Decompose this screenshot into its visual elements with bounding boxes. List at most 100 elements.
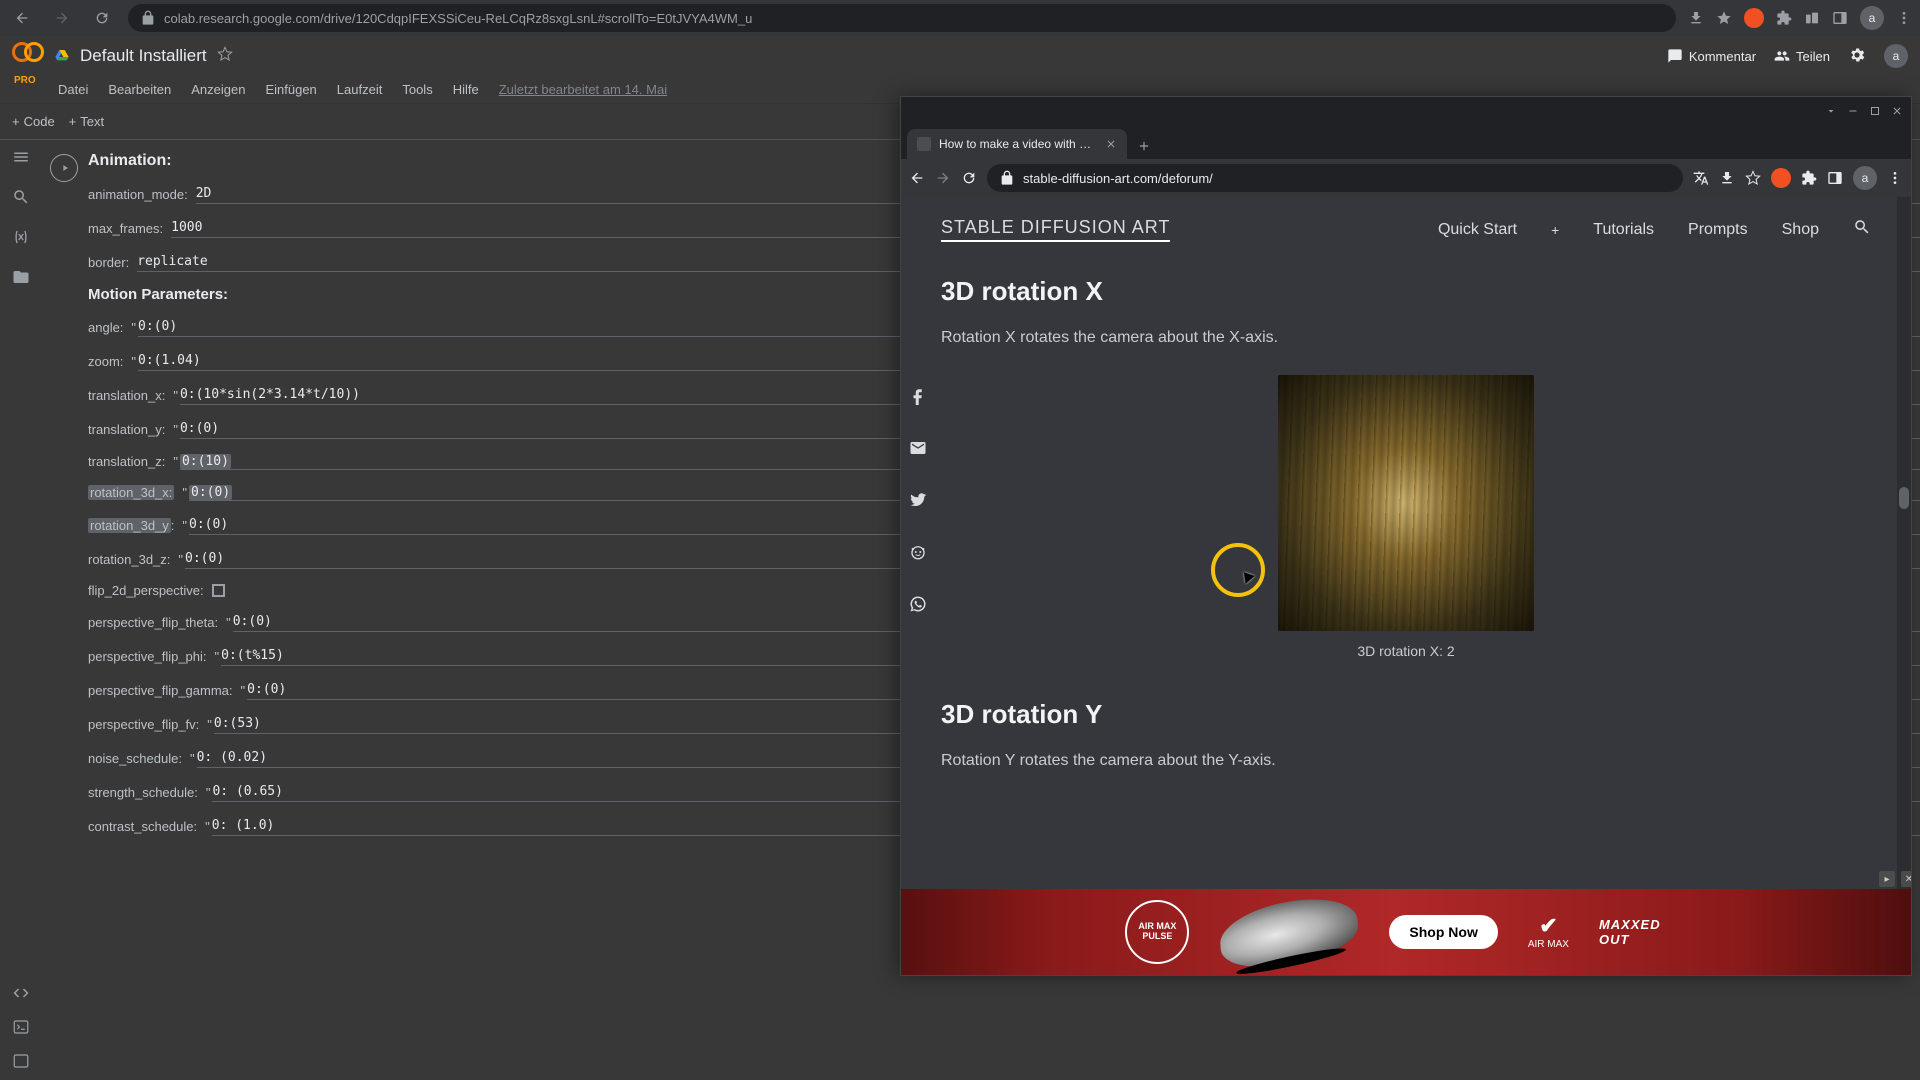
files-icon[interactable] xyxy=(12,268,30,286)
field-label: contrast_schedule: xyxy=(88,819,205,834)
close-icon[interactable] xyxy=(1891,105,1903,117)
ad-shop-button[interactable]: Shop Now xyxy=(1389,915,1497,949)
menu-runtime[interactable]: Laufzeit xyxy=(337,82,383,97)
add-text-button[interactable]: +Text xyxy=(69,114,104,129)
field-label: translation_z: xyxy=(88,454,173,469)
search-icon[interactable] xyxy=(12,188,30,206)
rw-reload-icon[interactable] xyxy=(961,170,977,186)
nav-tutorials[interactable]: Tutorials xyxy=(1593,221,1654,239)
last-edited-text: Zuletzt bearbeitet am 14. Mai xyxy=(499,82,667,97)
maximize-icon[interactable] xyxy=(1869,105,1881,117)
colab-logo-icon[interactable]: PRO xyxy=(12,40,44,72)
colab-header: PRO Default Installiert Kommentar Teilen… xyxy=(0,36,1920,76)
field-label: max_frames: xyxy=(88,221,171,236)
field-label: noise_schedule: xyxy=(88,751,190,766)
rw-sidepanel-icon[interactable] xyxy=(1827,170,1843,186)
rw-puzzle-icon[interactable] xyxy=(1801,170,1817,186)
checkbox-input[interactable] xyxy=(212,584,225,597)
tabs-icon[interactable] xyxy=(1804,10,1820,26)
lock-icon xyxy=(999,170,1015,186)
forward-button[interactable] xyxy=(48,4,76,32)
rotation-x-image xyxy=(1278,375,1534,631)
left-rail xyxy=(0,140,42,1080)
toc-icon[interactable] xyxy=(12,148,30,166)
menu-insert[interactable]: Einfügen xyxy=(265,82,316,97)
menu-file[interactable]: Datei xyxy=(58,82,88,97)
secondary-browser-window: How to make a video with Stabl… stable-d… xyxy=(900,96,1912,976)
extension-badge-icon[interactable] xyxy=(1744,8,1764,28)
tab-title: How to make a video with Stabl… xyxy=(939,137,1097,151)
rw-menu-icon[interactable] xyxy=(1887,170,1903,186)
colab-avatar[interactable]: a xyxy=(1884,44,1908,68)
ad-close-button[interactable]: ✕ xyxy=(1901,871,1911,887)
panel-icon[interactable] xyxy=(1832,10,1848,26)
field-label: perspective_flip_phi: xyxy=(88,649,215,664)
menu-edit[interactable]: Bearbeiten xyxy=(108,82,171,97)
comment-button[interactable]: Kommentar xyxy=(1667,48,1756,64)
site-search-icon[interactable] xyxy=(1853,218,1871,241)
share-button[interactable]: Teilen xyxy=(1774,48,1830,64)
extension-icons: a xyxy=(1688,6,1912,30)
terminal-icon[interactable] xyxy=(12,1052,30,1070)
menu-view[interactable]: Anzeigen xyxy=(191,82,245,97)
field-label: flip_2d_perspective: xyxy=(88,583,212,598)
code-snippets-icon[interactable] xyxy=(12,984,30,1002)
menu-help[interactable]: Hilfe xyxy=(453,82,479,97)
ad-info-button[interactable]: ▸ xyxy=(1879,871,1895,887)
rw-back-icon[interactable] xyxy=(909,170,925,186)
command-palette-icon[interactable] xyxy=(12,1018,30,1036)
rw-url-text: stable-diffusion-art.com/deforum/ xyxy=(1023,171,1213,186)
ad-maxxed-text: MAXXEDOUT xyxy=(1599,917,1661,947)
ad-logo: AIR MAXPULSE xyxy=(1125,900,1189,964)
site-brand[interactable]: STABLE DIFFUSION ART xyxy=(941,217,1170,242)
settings-button[interactable] xyxy=(1848,46,1866,67)
field-label: translation_y: xyxy=(88,422,173,437)
heading-rotation-y: 3D rotation Y xyxy=(941,699,1871,730)
close-tab-icon[interactable] xyxy=(1105,138,1117,150)
menu-tools[interactable]: Tools xyxy=(402,82,432,97)
field-label: perspective_flip_theta: xyxy=(88,615,226,630)
install-icon[interactable] xyxy=(1688,10,1704,26)
favicon-icon xyxy=(917,137,931,151)
address-bar[interactable]: colab.research.google.com/drive/120CdqpI… xyxy=(128,4,1676,32)
run-cell-button[interactable] xyxy=(50,154,78,182)
browser-tab[interactable]: How to make a video with Stabl… xyxy=(907,129,1127,159)
ad-shoe-image xyxy=(1219,887,1360,975)
back-button[interactable] xyxy=(8,4,36,32)
rw-ext-badge[interactable] xyxy=(1771,168,1791,188)
nav-quickstart[interactable]: Quick Start xyxy=(1438,221,1517,239)
field-label: border: xyxy=(88,255,137,270)
field-label: translation_x: xyxy=(88,388,173,403)
menu-icon[interactable] xyxy=(1896,10,1912,26)
profile-avatar[interactable]: a xyxy=(1860,6,1884,30)
star-button[interactable] xyxy=(217,46,233,67)
rw-forward-icon[interactable] xyxy=(935,170,951,186)
browser-toolbar: colab.research.google.com/drive/120CdqpI… xyxy=(0,0,1920,36)
field-label: rotation_3d_z: xyxy=(88,552,178,567)
notebook-title[interactable]: Default Installiert xyxy=(80,46,207,66)
heading-rotation-x: 3D rotation X xyxy=(941,276,1871,307)
ad-banner: ▸ ✕ AIR MAXPULSE Shop Now ✔AIR MAX MAXXE… xyxy=(901,889,1911,975)
chevron-down-icon[interactable] xyxy=(1825,105,1837,117)
translate-icon[interactable] xyxy=(1693,170,1709,186)
nav-prompts[interactable]: Prompts xyxy=(1688,221,1748,239)
ad-nike-logo: ✔AIR MAX xyxy=(1528,913,1569,951)
field-label: perspective_flip_fv: xyxy=(88,717,207,732)
rw-avatar[interactable]: a xyxy=(1853,166,1877,190)
star-icon[interactable] xyxy=(1716,10,1732,26)
field-label: perspective_flip_gamma: xyxy=(88,683,241,698)
field-label: animation_mode: xyxy=(88,187,196,202)
puzzle-icon[interactable] xyxy=(1776,10,1792,26)
variables-icon[interactable] xyxy=(12,228,30,246)
nav-shop[interactable]: Shop xyxy=(1782,221,1819,239)
rw-star-icon[interactable] xyxy=(1745,170,1761,186)
reload-button[interactable] xyxy=(88,4,116,32)
rw-address-bar[interactable]: stable-diffusion-art.com/deforum/ xyxy=(987,164,1683,192)
field-label: strength_schedule: xyxy=(88,785,206,800)
minimize-icon[interactable] xyxy=(1847,105,1859,117)
paragraph-rotation-y: Rotation Y rotates the camera about the … xyxy=(941,748,1871,774)
rw-install-icon[interactable] xyxy=(1719,170,1735,186)
new-tab-button[interactable] xyxy=(1131,133,1157,159)
nav-plus[interactable]: + xyxy=(1551,222,1559,238)
add-code-button[interactable]: +Code xyxy=(12,114,55,129)
